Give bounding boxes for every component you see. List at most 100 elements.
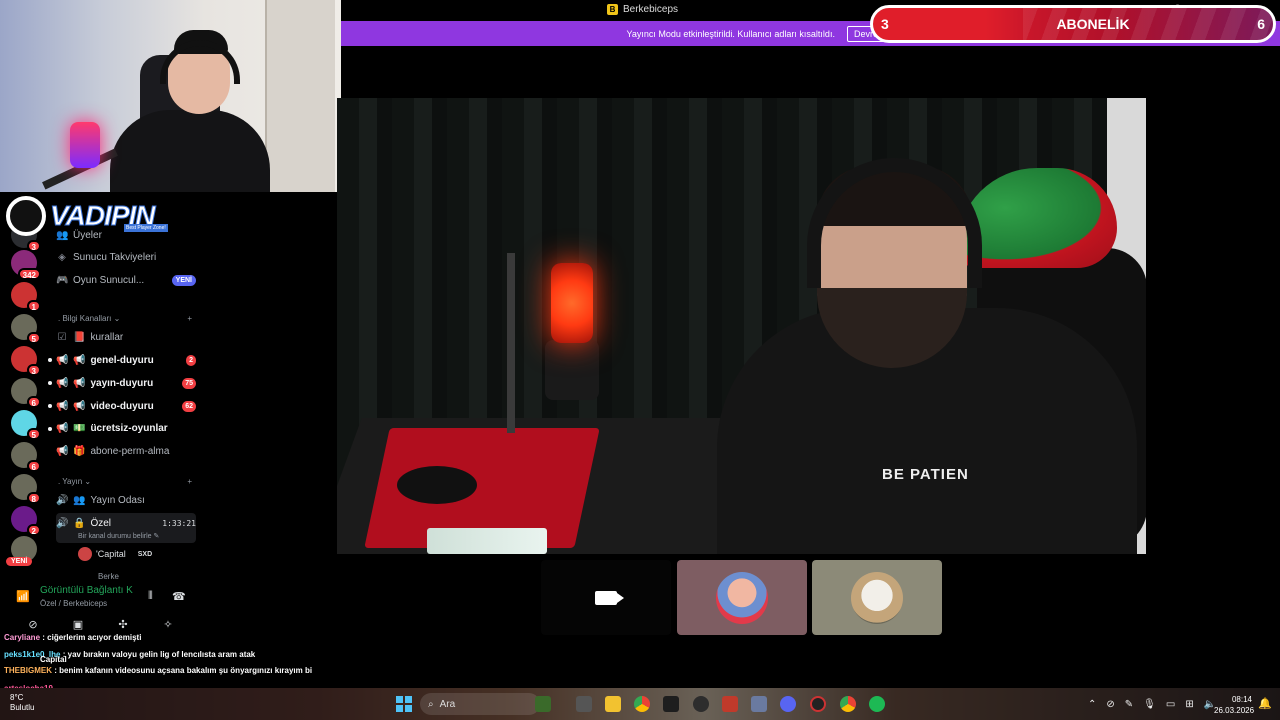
sidebar-item-members[interactable]: 👥 Üyeler (56, 225, 196, 245)
channel-emoji: 📕 (73, 331, 86, 343)
signal-icon: 📶 (16, 591, 30, 603)
pen-icon[interactable]: ✎ (1125, 699, 1133, 710)
channel-yayin-duyuru[interactable]: 📢 📢 yayın-duyuru 75 (56, 373, 196, 393)
avatar (78, 547, 92, 561)
server-icon[interactable]: 2 (11, 506, 41, 536)
server-icon[interactable]: 6 (11, 378, 41, 408)
unread-dot (48, 358, 52, 362)
unread-dot (48, 381, 52, 385)
camera-icon (595, 590, 624, 605)
user-panel-name[interactable]: Capital (40, 655, 67, 664)
streamer-mode-message: Yayıncı Modu etkinleştirildi. Kullanıcı … (626, 28, 835, 39)
server-icon[interactable]: 1 (11, 282, 41, 312)
new-badge: YENİ (6, 557, 33, 566)
chevron-up-icon[interactable]: ⌃ (1088, 699, 1096, 710)
channel-video-duyuru[interactable]: 📢 📢 video-duyuru 62 (56, 396, 196, 416)
channel-status[interactable]: Bir kanal durumu belirle ✎ (78, 532, 159, 540)
add-channel-icon[interactable]: + (187, 314, 192, 323)
disconnect-icon[interactable]: ☎ (172, 590, 186, 603)
app-icon[interactable] (722, 696, 738, 712)
server-icon[interactable]: 5 (11, 314, 41, 344)
voice-channel-yayin-odasi[interactable]: 🔊 👥 Yayın Odası (56, 490, 196, 510)
display-icon[interactable]: ▭ (1166, 699, 1175, 710)
notification-bell-icon[interactable]: 🔔 (1258, 697, 1272, 710)
task-view-icon[interactable] (576, 696, 592, 712)
noise-suppression-icon[interactable]: ⦀ (148, 590, 153, 603)
spotify-icon[interactable] (869, 696, 885, 712)
participant-tile[interactable] (812, 560, 942, 635)
channel-emoji: 👥 (73, 494, 86, 506)
server-icon: B (607, 4, 618, 15)
sidebar-item-boosts[interactable]: ◈ Sunucu Takviyeleri (56, 247, 196, 267)
channel-emoji: 📢 (73, 354, 86, 366)
file-explorer-icon[interactable] (605, 696, 621, 712)
sidebar-item-game-servers[interactable]: 🎮 Oyun Sunucul... YENİ (56, 270, 196, 290)
chrome-icon[interactable] (634, 696, 650, 712)
avatar (851, 571, 903, 624)
server-icon[interactable]: 8 (11, 474, 41, 504)
boost-icon: ◈ (58, 251, 66, 263)
obs-icon[interactable] (810, 696, 826, 712)
taskbar-search[interactable]: ⌕ Ara (420, 693, 540, 715)
camera-off-icon[interactable]: ⊘ (25, 618, 41, 631)
category-info-channels[interactable]: . Bilgi Kanalları ⌄ + (58, 314, 192, 323)
voice-connection-subtitle[interactable]: Özel / Berkebiceps (40, 599, 107, 608)
announcement-icon: 📢 (56, 354, 69, 366)
main-video-stream[interactable]: BE PATIEN (337, 98, 1146, 554)
speaker-icon: 🔊 (56, 517, 69, 529)
webcam-overlay (0, 0, 341, 192)
participant-tile[interactable] (677, 560, 807, 635)
app-icon[interactable] (751, 696, 767, 712)
voice-timer: 1:33:21 (162, 518, 196, 528)
pencil-icon: ✎ (153, 533, 160, 540)
channel-abone-perm-alma[interactable]: 📢 🎁 abone-perm-alma (56, 441, 196, 461)
server-list: 3 342 1 5 3 6 5 6 8 2 YENİ (0, 192, 48, 590)
weather-widget[interactable]: 8°C Bulutlu (10, 693, 34, 713)
start-button[interactable] (396, 696, 412, 712)
server-icon[interactable]: 3 (11, 346, 41, 376)
announcement-icon: 📢 (56, 377, 69, 389)
server-icon[interactable]: 342 (11, 250, 41, 280)
activities-icon[interactable]: ✣ (115, 618, 131, 631)
channel-genel-duyuru[interactable]: 📢 📢 genel-duyuru 2 (56, 350, 196, 370)
crosshair-icon[interactable] (693, 696, 709, 712)
widget-app-icon[interactable] (535, 696, 551, 712)
unread-dot (48, 404, 52, 408)
microphone-icon[interactable]: 🎙 (1143, 699, 1156, 710)
channel-emoji: 💵 (73, 422, 86, 434)
category-stream[interactable]: . Yayın ⌄ + (58, 477, 192, 486)
app-icon[interactable] (663, 696, 679, 712)
announcement-icon: 📢 (56, 400, 69, 412)
voice-user[interactable]: 'Capital SXD (78, 547, 188, 561)
announcement-icon: 📢 (56, 422, 69, 434)
search-icon: ⌕ (428, 698, 434, 710)
channel-emoji: 🎁 (73, 445, 86, 457)
screen-share-icon[interactable]: ▣ (70, 618, 86, 631)
server-icon[interactable]: 6 (11, 442, 41, 472)
ethernet-icon[interactable]: ⊞ (1185, 699, 1193, 710)
voice-connection-title[interactable]: Görüntülü Bağlantı K (40, 585, 133, 596)
chrome-icon[interactable] (840, 696, 856, 712)
chat-message: Caryliane : ciğerlerim acıyor demişti (4, 633, 142, 642)
sub-count-left: 3 (881, 16, 889, 32)
unread-dot (48, 427, 52, 431)
add-channel-icon[interactable]: + (187, 477, 192, 486)
sub-label: ABONELİK (1056, 16, 1130, 32)
avatar (716, 571, 768, 624)
server-icon[interactable]: 5 (11, 410, 41, 440)
sub-count-right: 6 (1257, 16, 1265, 32)
rules-checkbox-icon: ☑ (57, 331, 67, 343)
participant-tile-camera[interactable] (541, 560, 671, 635)
channel-emoji: 🔒 (73, 517, 86, 529)
network-off-icon[interactable]: ⊘ (1106, 699, 1114, 710)
taskbar-clock[interactable]: 08:14 26.03.2026 (1214, 694, 1254, 716)
announcement-icon: 📢 (56, 445, 69, 457)
window-title: B Berkebiceps (607, 4, 678, 15)
voice-channel-ozel-label[interactable]: 🔊 🔒 Özel 1:33:21 (56, 513, 196, 533)
users-icon: 👥 (56, 229, 69, 241)
discord-icon[interactable] (780, 696, 796, 712)
soundboard-icon[interactable]: ✧ (160, 618, 176, 631)
channel-ucretsiz-oyunlar[interactable]: 📢 💵 ücretsiz-oyunlar (56, 418, 196, 438)
subscriber-goal-widget: 3 ABONELİK 6 (870, 5, 1276, 43)
channel-kurallar[interactable]: ☑ 📕 kurallar (56, 327, 196, 347)
